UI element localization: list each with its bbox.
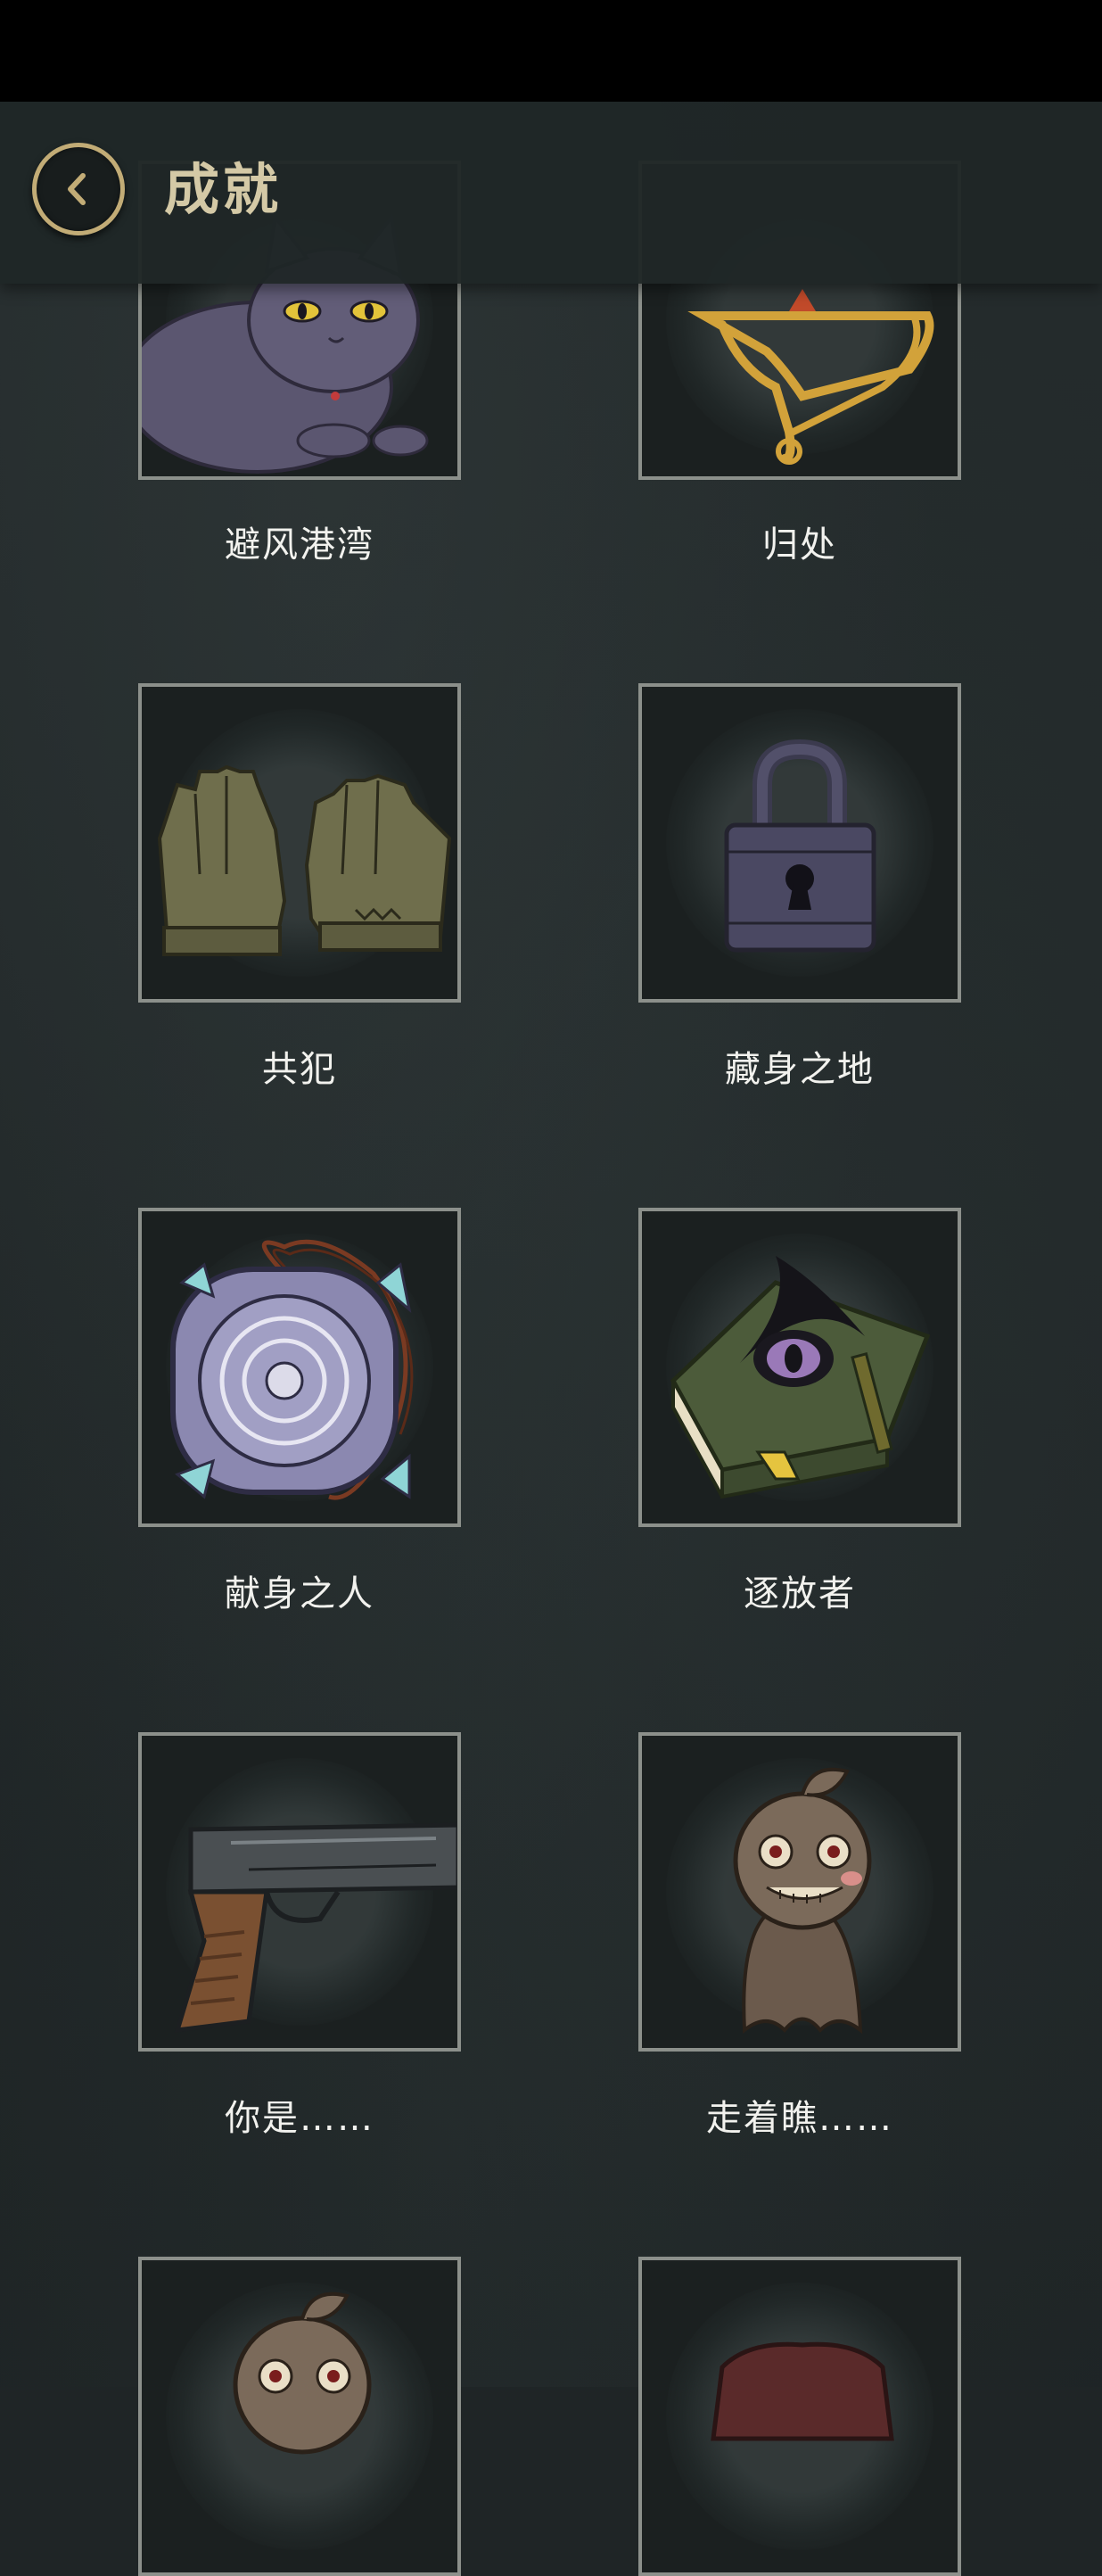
achievement-grid: 避风港湾 归处 共犯 藏身之地 献身之人 逐放者 你是…… 走着瞧…… bbox=[0, 0, 1102, 2576]
voodoo-doll-icon bbox=[233, 2291, 372, 2455]
header: 成就 bbox=[0, 102, 1102, 284]
achievement-card-4[interactable] bbox=[638, 683, 961, 1003]
achievement-card-5[interactable] bbox=[138, 1208, 461, 1527]
achievement-label: 共犯 bbox=[262, 1049, 337, 1090]
achievement-card-9[interactable] bbox=[138, 2257, 461, 2576]
red-cloth-icon bbox=[711, 2341, 894, 2441]
maze-amulet-icon bbox=[170, 1239, 414, 1500]
achievement-label: 归处 bbox=[762, 524, 837, 566]
achievement-card-6[interactable] bbox=[638, 1208, 961, 1527]
achievement-card-3[interactable] bbox=[138, 683, 461, 1003]
achievement-label: 走着瞧…… bbox=[706, 2098, 893, 2139]
back-button[interactable] bbox=[32, 143, 125, 235]
achievement-label: 你是…… bbox=[225, 2098, 374, 2139]
pistol-icon bbox=[174, 1822, 457, 2033]
achievement-card-8[interactable] bbox=[638, 1732, 961, 2052]
achievement-label: 避风港湾 bbox=[225, 524, 374, 566]
padlock-icon bbox=[724, 739, 876, 953]
page-title: 成就 bbox=[164, 157, 283, 222]
voodoo-doll-icon bbox=[733, 1767, 872, 2035]
achievement-card-10[interactable] bbox=[638, 2257, 961, 2576]
gloves-icon bbox=[157, 764, 452, 957]
eye-book-icon bbox=[670, 1256, 931, 1499]
achievement-label: 逐放者 bbox=[744, 1573, 856, 1614]
chevron-left-icon bbox=[68, 173, 86, 205]
achievement-label: 献身之人 bbox=[225, 1573, 374, 1614]
achievement-label: 藏身之地 bbox=[725, 1049, 875, 1090]
achievement-card-7[interactable] bbox=[138, 1732, 461, 2052]
